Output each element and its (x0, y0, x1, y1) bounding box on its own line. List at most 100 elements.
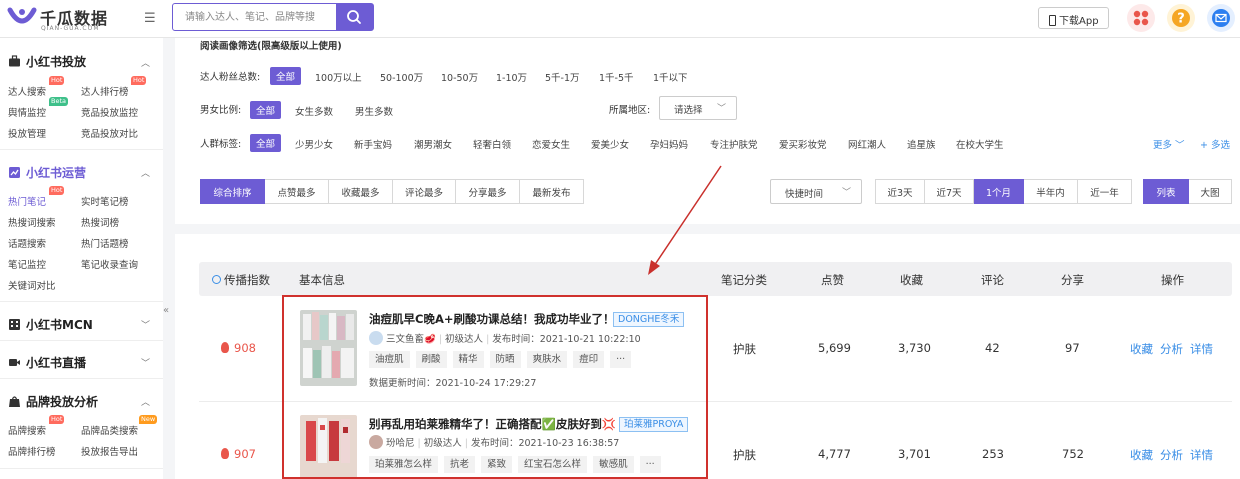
chevron-down-icon[interactable]: ﹀ (141, 356, 150, 369)
more-tags[interactable]: ··· (639, 456, 661, 473)
fans-option[interactable]: 100万以上 (315, 70, 362, 84)
multi-select-button[interactable]: + 多选 (1200, 137, 1230, 151)
sidebar-item-realtime-notes[interactable]: 实时笔记榜 (81, 194, 129, 208)
author-name[interactable]: 三文鱼畜🥩 (386, 334, 436, 345)
note-tag[interactable]: 防晒 (489, 351, 521, 368)
crowd-option-all[interactable]: 全部 (250, 134, 282, 152)
range-1month[interactable]: 1个月 (974, 179, 1024, 204)
note-tag[interactable]: 爽肤水 (526, 351, 568, 368)
gender-option[interactable]: 男生多数 (355, 104, 393, 118)
note-tag[interactable]: 油痘肌 (369, 351, 410, 368)
crowd-option[interactable]: 追星族 (907, 137, 936, 151)
range-7days[interactable]: 近7天 (925, 179, 974, 204)
chevron-up-icon[interactable]: ︿ (141, 395, 150, 408)
detail-action[interactable]: 详情 (1190, 341, 1213, 357)
sidebar-item-hot-notes[interactable]: 热门笔记 Hot (8, 186, 65, 208)
note-tag[interactable]: 紧致 (481, 456, 513, 473)
crowd-option[interactable]: 在校大学生 (956, 137, 1004, 151)
fans-option[interactable]: 1千以下 (653, 70, 688, 84)
note-thumbnail[interactable] (300, 415, 357, 479)
chevron-down-icon[interactable]: ﹀ (141, 318, 150, 331)
note-tag[interactable]: 红宝石怎么样 (518, 456, 588, 473)
sidebar-item-competitor-monitor[interactable]: 竞品投放监控 (81, 105, 138, 119)
download-app-button[interactable]: 下载App (1038, 7, 1109, 29)
sidebar-section-xhs-ops[interactable]: 小红书运营 (8, 164, 86, 181)
sidebar-item-topic-ranking[interactable]: 热门话题榜 (81, 236, 129, 250)
apps-button[interactable] (1127, 4, 1155, 32)
sidebar-item-brand-ranking[interactable]: 品牌排行榜 (8, 444, 56, 458)
note-tag[interactable]: 抗老 (444, 456, 476, 473)
sidebar-item-keyword-compare[interactable]: 关键词对比 (8, 278, 56, 292)
crowd-option[interactable]: 少男少女 (295, 137, 333, 151)
table-header-comments[interactable]: 评论 (981, 272, 1004, 288)
logo[interactable]: 千瓜数据 QIAN-GUA.COM (7, 4, 117, 34)
messages-button[interactable] (1207, 4, 1235, 32)
region-select[interactable]: 请选择 ﹀ (659, 96, 737, 120)
search-button[interactable] (336, 4, 373, 30)
sidebar-item-note-monitor[interactable]: 笔记监控 (8, 257, 46, 271)
sidebar-item-hotword-ranking[interactable]: 热搜词榜 (81, 215, 119, 229)
quick-time-select[interactable]: 快捷时间 ﹀ (770, 179, 862, 204)
sort-tab-shares[interactable]: 分享最多 (456, 179, 520, 204)
fans-option[interactable]: 1-10万 (496, 70, 527, 84)
chevron-up-icon[interactable]: ︿ (141, 166, 150, 179)
detail-action[interactable]: 详情 (1190, 447, 1213, 463)
sidebar-item-hotword-search[interactable]: 热搜词搜索 (8, 215, 56, 229)
crowd-option[interactable]: 孕妇妈妈 (650, 137, 688, 151)
collect-action[interactable]: 收藏 (1130, 341, 1153, 357)
range-halfyear[interactable]: 半年内 (1024, 179, 1078, 204)
gender-option[interactable]: 女生多数 (295, 104, 333, 118)
sidebar-item-kol-search[interactable]: 达人搜索 Hot (8, 76, 65, 98)
menu-toggle-icon[interactable]: ☰ (144, 11, 158, 26)
crowd-option[interactable]: 轻奢白领 (473, 137, 511, 151)
crowd-option[interactable]: 潮男潮女 (414, 137, 452, 151)
note-tag[interactable]: 刷酸 (415, 351, 447, 368)
sidebar-item-sentiment[interactable]: 舆情监控 Beta (8, 97, 68, 119)
avatar[interactable] (369, 435, 383, 449)
analyze-action[interactable]: 分析 (1160, 447, 1183, 463)
view-grid[interactable]: 大图 (1189, 179, 1232, 204)
fans-option[interactable]: 50-100万 (380, 70, 423, 84)
sort-tab-likes[interactable]: 点赞最多 (265, 179, 329, 204)
collect-action[interactable]: 收藏 (1130, 447, 1153, 463)
view-list[interactable]: 列表 (1143, 179, 1189, 204)
sort-tab-newest[interactable]: 最新发布 (520, 179, 584, 204)
note-tag[interactable]: 痘印 (573, 351, 605, 368)
sort-tab-comprehensive[interactable]: 综合排序 (200, 179, 265, 204)
gender-option-all[interactable]: 全部 (250, 101, 282, 119)
note-thumbnail[interactable] (300, 310, 357, 386)
crowd-option[interactable]: 恋爱女生 (532, 137, 570, 151)
sidebar-item-topic-search[interactable]: 话题搜索 (8, 236, 46, 250)
avatar[interactable] (369, 331, 383, 345)
sidebar-section-xhs-live[interactable]: 小红书直播 (8, 354, 86, 371)
crowd-option[interactable]: 爱买彩妆党 (779, 137, 827, 151)
sidebar-item-brand-category[interactable]: 品牌品类搜索 New (81, 415, 158, 437)
fans-option[interactable]: 1千-5千 (599, 70, 634, 84)
fans-option[interactable]: 5千-1万 (545, 70, 580, 84)
crowd-option[interactable]: 网红潮人 (848, 137, 886, 151)
brand-tag[interactable]: DONGHE冬禾 (613, 312, 685, 327)
fans-option[interactable]: 10-50万 (441, 70, 478, 84)
crowd-option[interactable]: 新手宝妈 (354, 137, 392, 151)
sidebar-item-kol-ranking[interactable]: 达人排行榜 Hot (81, 76, 147, 98)
analyze-action[interactable]: 分析 (1160, 341, 1183, 357)
note-title[interactable]: 油痘肌早C晚A+刷酸功课总结！我成功毕业了！ (369, 311, 614, 327)
note-tag[interactable]: 珀莱雅怎么样 (369, 456, 439, 473)
more-tags[interactable]: ··· (610, 351, 632, 368)
sidebar-item-note-index-query[interactable]: 笔记收录查询 (81, 257, 138, 271)
note-title[interactable]: 别再乱用珀莱雅精华了！正确搭配✅皮肤好到💢 (369, 416, 616, 432)
crowd-option[interactable]: 专注护肤党 (710, 137, 758, 151)
author-name[interactable]: 玢哈尼 (386, 438, 415, 449)
chevron-up-icon[interactable]: ︿ (141, 56, 150, 69)
search-input[interactable] (173, 4, 337, 30)
sidebar-item-brand-search[interactable]: 品牌搜索 Hot (8, 415, 65, 437)
sort-tab-comments[interactable]: 评论最多 (393, 179, 456, 204)
range-1year[interactable]: 近一年 (1078, 179, 1132, 204)
table-header-shares[interactable]: 分享 (1061, 272, 1084, 288)
sort-tab-collects[interactable]: 收藏最多 (329, 179, 393, 204)
sidebar-section-xhs-ads[interactable]: 小红书投放 (8, 53, 86, 70)
sidebar-item-report-export[interactable]: 投放报告导出 (81, 444, 138, 458)
sidebar-section-xhs-mcn[interactable]: 小红书MCN (8, 316, 93, 333)
sidebar-item-competitor-compare[interactable]: 竞品投放对比 (81, 126, 138, 140)
sidebar-item-ads-manage[interactable]: 投放管理 (8, 126, 46, 140)
